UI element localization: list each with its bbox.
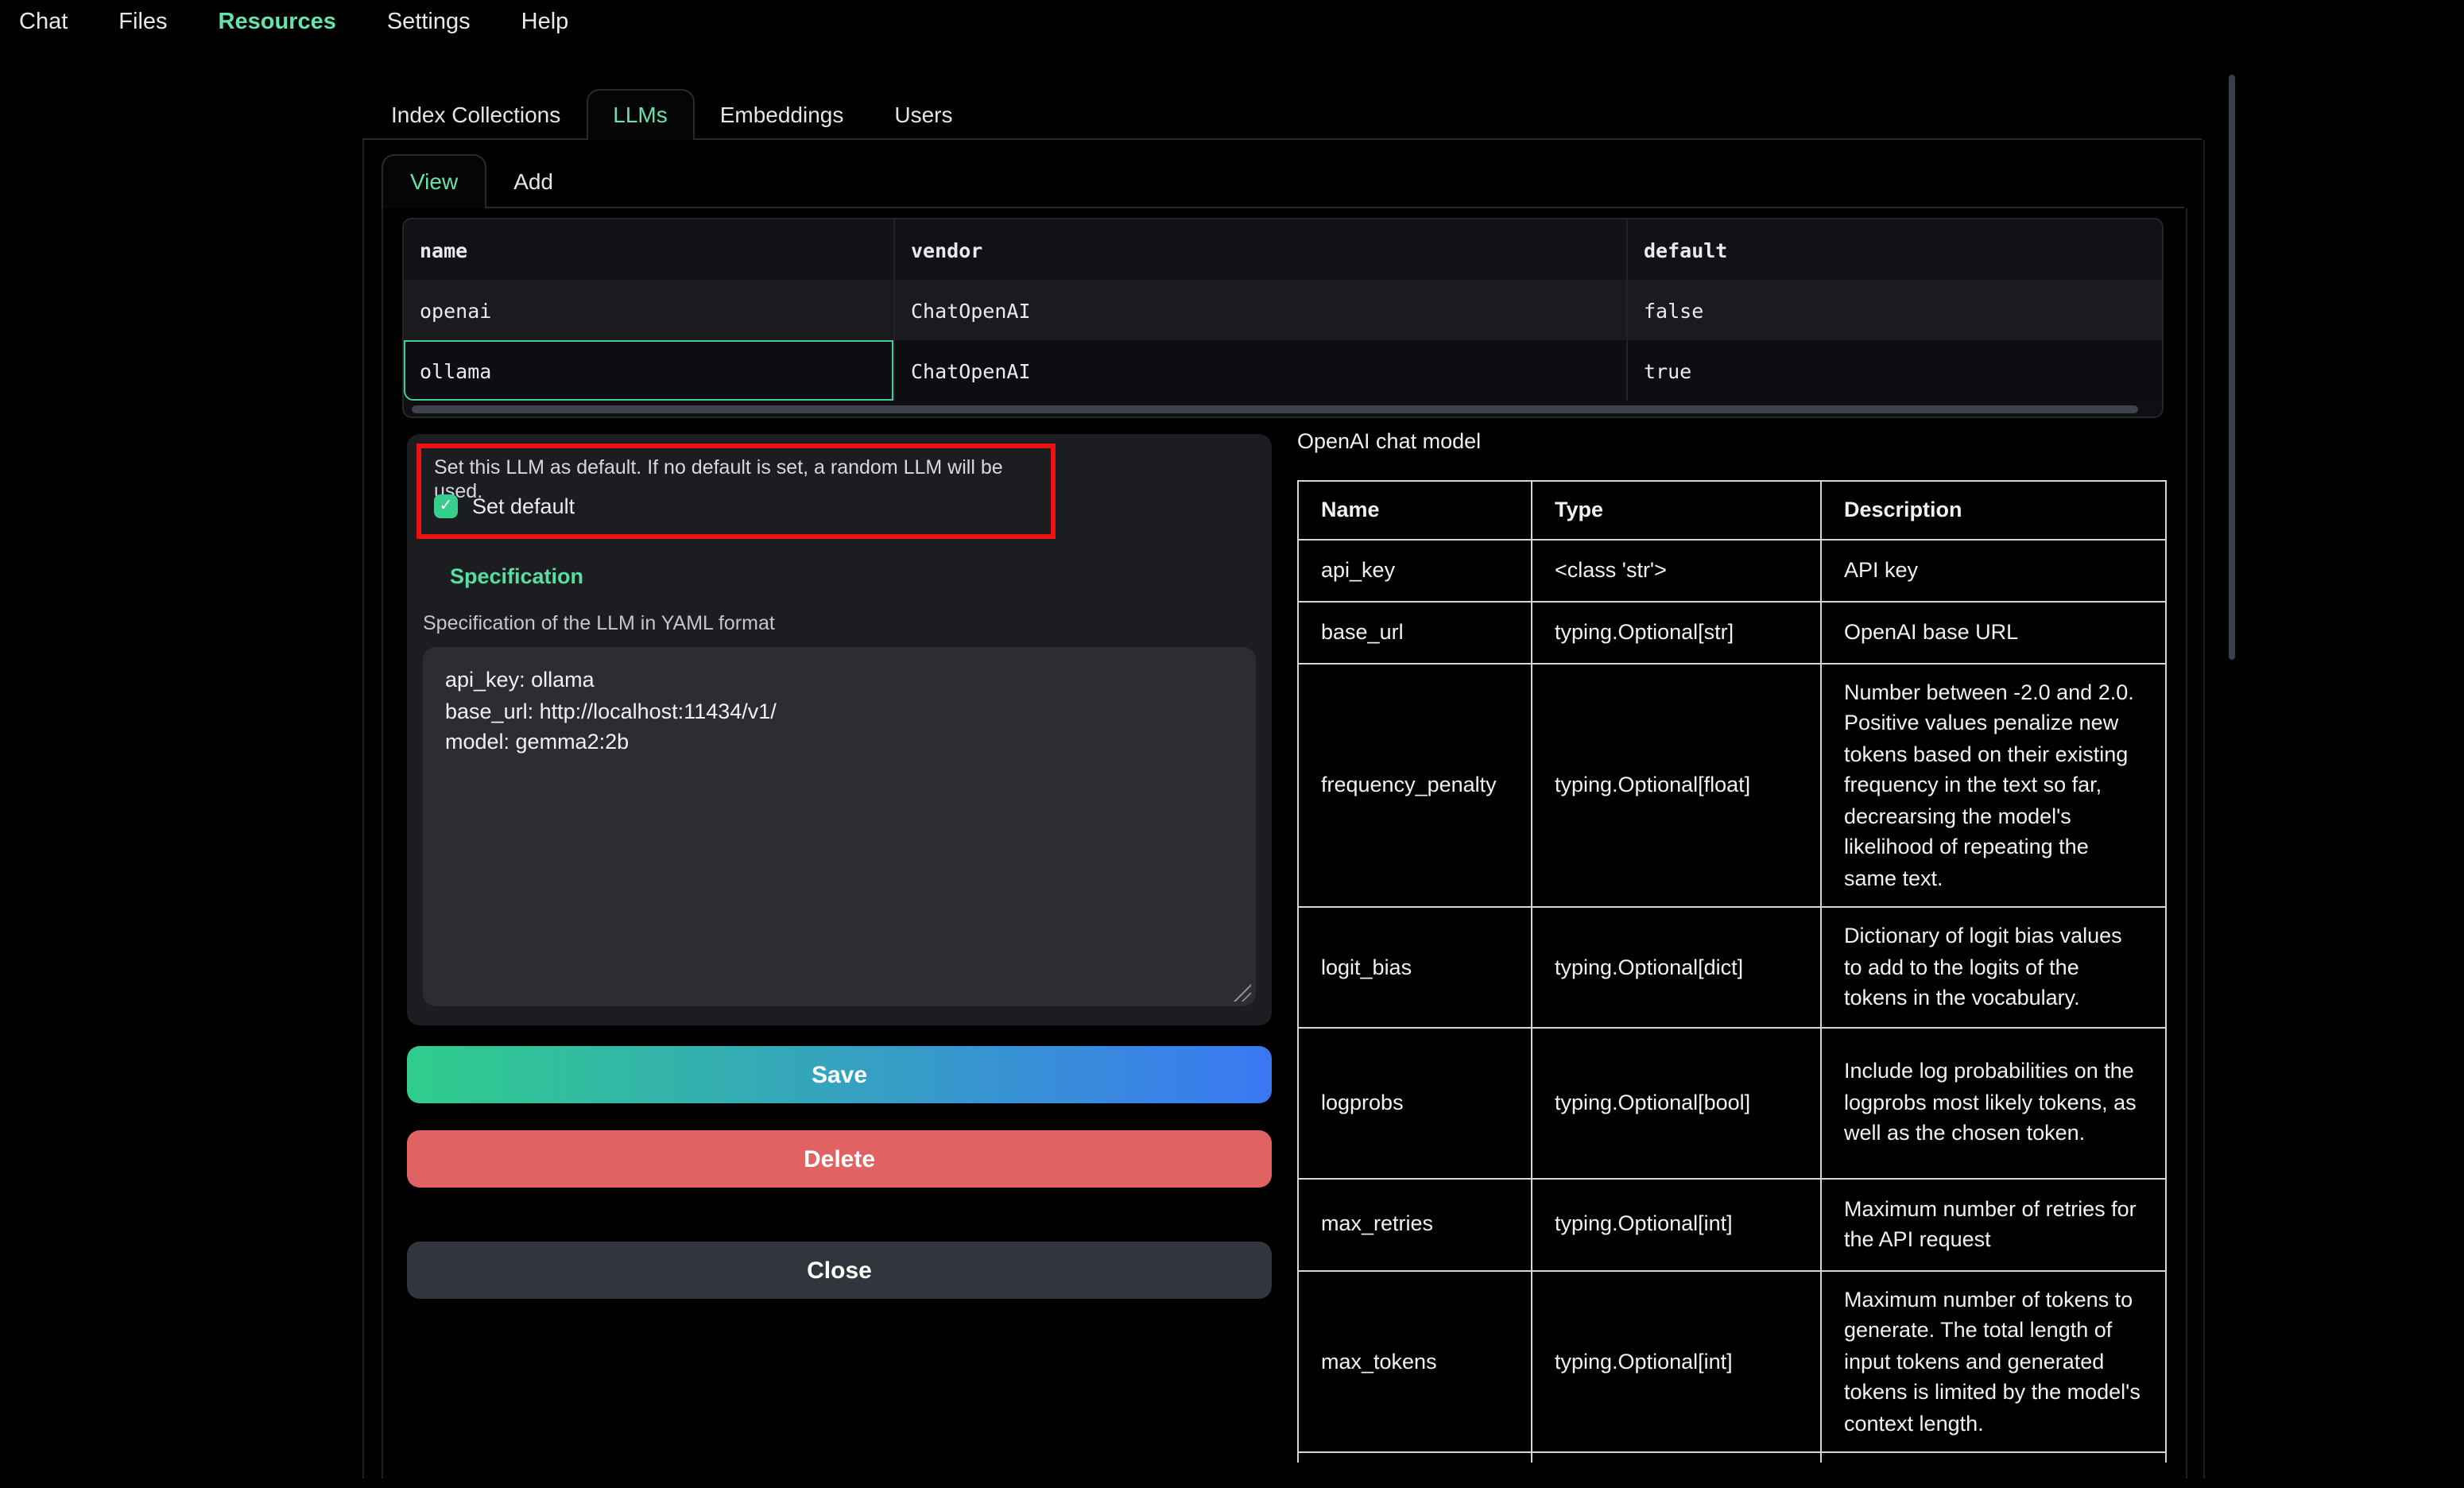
model-cell-name-base-url: base_url [1298, 601, 1532, 663]
nav-item-files[interactable]: Files [118, 10, 167, 35]
llm-table-header-row: namevendordefault [404, 219, 2162, 280]
textarea-resize-handle-icon[interactable] [1234, 984, 1251, 1002]
model-table-header-description: Description [1821, 481, 2166, 539]
set-default-checkbox[interactable]: ✓ [434, 494, 458, 518]
model-table-header-type: Type [1532, 481, 1821, 539]
model-cell-partial [1821, 1452, 2166, 1463]
llm-cell-default-ollama[interactable]: true [1626, 340, 2162, 401]
model-panel-title: OpenAI chat model [1297, 429, 1481, 453]
top-navigation: Chat Files Resources Settings Help [19, 10, 568, 35]
subtab-add[interactable]: Add [486, 156, 580, 207]
model-cell-partial [1298, 1452, 1532, 1463]
model-table-partial-row [1298, 1452, 2166, 1463]
model-cell-description-frequency-penalty: Number between -2.0 and 2.0. Positive va… [1821, 663, 2166, 907]
nav-item-settings[interactable]: Settings [387, 10, 471, 35]
tab-index-collections[interactable]: Index Collections [366, 91, 586, 138]
llm-cell-vendor-ollama[interactable]: ChatOpenAI [893, 340, 1626, 401]
model-table-row-logit-bias: logit_biastyping.Optional[dict]Dictionar… [1298, 907, 2166, 1027]
model-cell-description-base-url: OpenAI base URL [1821, 601, 2166, 663]
model-cell-type-logit-bias: typing.Optional[dict] [1532, 907, 1821, 1027]
llm-cell-vendor-openai[interactable]: ChatOpenAI [893, 280, 1626, 340]
model-table-row-api-key: api_key<class 'str'>API key [1298, 539, 2166, 601]
save-button[interactable]: Save [407, 1046, 1272, 1103]
model-cell-name-logprobs: logprobs [1298, 1027, 1532, 1178]
llm-cell-name-openai[interactable]: openai [404, 280, 893, 340]
nav-item-chat[interactable]: Chat [19, 10, 68, 35]
llm-table-hscrollbar-thumb[interactable] [412, 405, 2138, 413]
model-cell-type-max-retries: typing.Optional[int] [1532, 1178, 1821, 1270]
spec-format-label: Specification of the LLM in YAML format [423, 612, 775, 634]
model-cell-name-max-tokens: max_tokens [1298, 1270, 1532, 1452]
model-table-row-logprobs: logprobstyping.Optional[bool]Include log… [1298, 1027, 2166, 1178]
model-cell-name-frequency-penalty: frequency_penalty [1298, 663, 1532, 907]
nav-item-help[interactable]: Help [521, 10, 569, 35]
resource-tabbar: Index CollectionsLLMsEmbeddingsUsers [362, 91, 2202, 140]
tab-llms[interactable]: LLMs [586, 89, 694, 140]
llm-cell-default-openai[interactable]: false [1626, 280, 2162, 340]
model-cell-type-base-url: typing.Optional[str] [1532, 601, 1821, 663]
llm-table-header-default: default [1626, 219, 2162, 280]
annotation-red-box: Set this LLM as default. If no default i… [416, 444, 1056, 539]
model-table-row-frequency-penalty: frequency_penaltytyping.Optional[float]N… [1298, 663, 2166, 907]
yaml-spec-textarea[interactable]: api_key: ollama base_url: http://localho… [423, 647, 1256, 1006]
llm-table-hscrollbar [404, 401, 2162, 418]
model-table-row-max-tokens: max_tokenstyping.Optional[int]Maximum nu… [1298, 1270, 2166, 1452]
yaml-editor-wrap: api_key: ollama base_url: http://localho… [423, 647, 1256, 1006]
app-window: Chat Files Resources Settings Help Index Col… [0, 0, 2464, 1488]
delete-button[interactable]: Delete [407, 1130, 1272, 1188]
set-default-label: Set default [472, 494, 575, 518]
model-cell-type-logprobs: typing.Optional[bool] [1532, 1027, 1821, 1178]
llm-table-row-ollama[interactable]: ollamaChatOpenAItrue [404, 340, 2162, 401]
model-param-table: NameTypeDescriptionapi_key<class 'str'>A… [1297, 480, 2167, 1463]
nav-item-resources[interactable]: Resources [219, 10, 336, 35]
model-cell-description-max-tokens: Maximum number of tokens to generate. Th… [1821, 1270, 2166, 1452]
llm-list-table: namevendordefaultopenaiChatOpenAIfalseol… [402, 218, 2164, 418]
model-table-header-row: NameTypeDescription [1298, 481, 2166, 539]
model-cell-description-logit-bias: Dictionary of logit bias values to add t… [1821, 907, 2166, 1027]
llms-subtabbar: ViewAdd [382, 156, 2184, 208]
tab-embeddings[interactable]: Embeddings [695, 91, 870, 138]
subtab-view[interactable]: View [382, 154, 486, 208]
checkmark-icon: ✓ [440, 498, 453, 515]
specification-heading: Specification [450, 564, 583, 588]
page-scrollbar-thumb[interactable] [2229, 75, 2235, 660]
llm-table-header-name: name [404, 219, 893, 280]
close-button[interactable]: Close [407, 1242, 1272, 1299]
model-cell-name-max-retries: max_retries [1298, 1178, 1532, 1270]
model-cell-description-api-key: API key [1821, 539, 2166, 601]
model-cell-type-api-key: <class 'str'> [1532, 539, 1821, 601]
llm-table-header-vendor: vendor [893, 219, 1626, 280]
model-cell-partial [1532, 1452, 1821, 1463]
set-default-row: ✓ Set default [434, 494, 575, 518]
model-cell-name-api-key: api_key [1298, 539, 1532, 601]
tab-users[interactable]: Users [869, 91, 978, 138]
model-cell-type-max-tokens: typing.Optional[int] [1532, 1270, 1821, 1452]
model-cell-type-frequency-penalty: typing.Optional[float] [1532, 663, 1821, 907]
llm-cell-name-ollama[interactable]: ollama [404, 340, 893, 401]
model-cell-name-logit-bias: logit_bias [1298, 907, 1532, 1027]
model-cell-description-logprobs: Include log probabilities on the logprob… [1821, 1027, 2166, 1178]
model-table-row-base-url: base_urltyping.Optional[str]OpenAI base … [1298, 601, 2166, 663]
model-param-table-wrap: NameTypeDescriptionapi_key<class 'str'>A… [1297, 480, 2168, 1463]
model-table-header-name: Name [1298, 481, 1532, 539]
llm-detail-card: Set this LLM as default. If no default i… [407, 434, 1272, 1025]
model-cell-description-max-retries: Maximum number of retries for the API re… [1821, 1178, 2166, 1270]
model-table-row-max-retries: max_retriestyping.Optional[int]Maximum n… [1298, 1178, 2166, 1270]
llm-table-row-openai[interactable]: openaiChatOpenAIfalse [404, 280, 2162, 340]
